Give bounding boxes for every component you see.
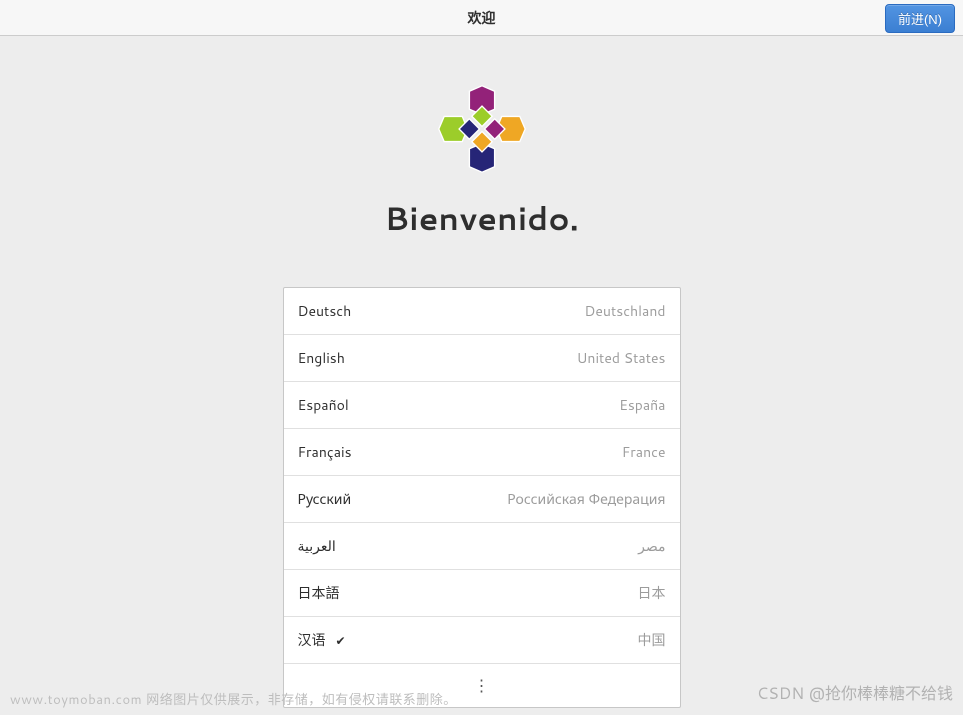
- language-name: Español: [298, 395, 349, 415]
- language-name: Русский: [298, 489, 352, 509]
- check-icon: ✔: [336, 632, 346, 649]
- next-button[interactable]: 前进(N): [885, 4, 955, 33]
- language-country: France: [622, 442, 666, 462]
- language-name: 汉语 ✔: [298, 630, 346, 650]
- language-name: Français: [298, 442, 352, 462]
- header-bar: 欢迎 前进(N): [0, 0, 963, 36]
- language-name: English: [298, 348, 345, 368]
- language-row[interactable]: 汉语 ✔ 中国: [284, 617, 680, 664]
- language-row[interactable]: English United States: [284, 335, 680, 382]
- language-name: العربية: [298, 536, 336, 556]
- language-name: Deutsch: [298, 301, 352, 321]
- main-content: Bienvenido. Deutsch Deutschland English …: [0, 36, 963, 708]
- language-name: 日本語: [298, 583, 340, 603]
- language-row[interactable]: Français France: [284, 429, 680, 476]
- language-row[interactable]: 日本語 日本: [284, 570, 680, 617]
- language-country: 日本: [638, 583, 666, 603]
- language-row[interactable]: العربية مصر: [284, 523, 680, 570]
- language-country: Российская Федерация: [507, 489, 665, 509]
- language-row[interactable]: Español España: [284, 382, 680, 429]
- language-row[interactable]: Deutsch Deutschland: [284, 288, 680, 335]
- window-title: 欢迎: [468, 8, 496, 28]
- centos-logo: [437, 84, 527, 174]
- language-country: Deutschland: [584, 301, 665, 321]
- more-icon: ⋮: [474, 674, 490, 697]
- watermark-left: www.toymoban.com 网络图片仅供展示，非存储，如有侵权请联系删除。: [10, 689, 457, 709]
- language-country: مصر: [638, 536, 665, 556]
- welcome-heading: Bienvenido.: [384, 196, 578, 241]
- language-country: España: [619, 395, 665, 415]
- watermark-right: CSDN @抢你棒棒糖不给钱: [757, 680, 953, 705]
- language-list: Deutsch Deutschland English United State…: [283, 287, 681, 708]
- language-country: 中国: [638, 630, 666, 650]
- language-row[interactable]: Русский Российская Федерация: [284, 476, 680, 523]
- language-country: United States: [577, 348, 666, 368]
